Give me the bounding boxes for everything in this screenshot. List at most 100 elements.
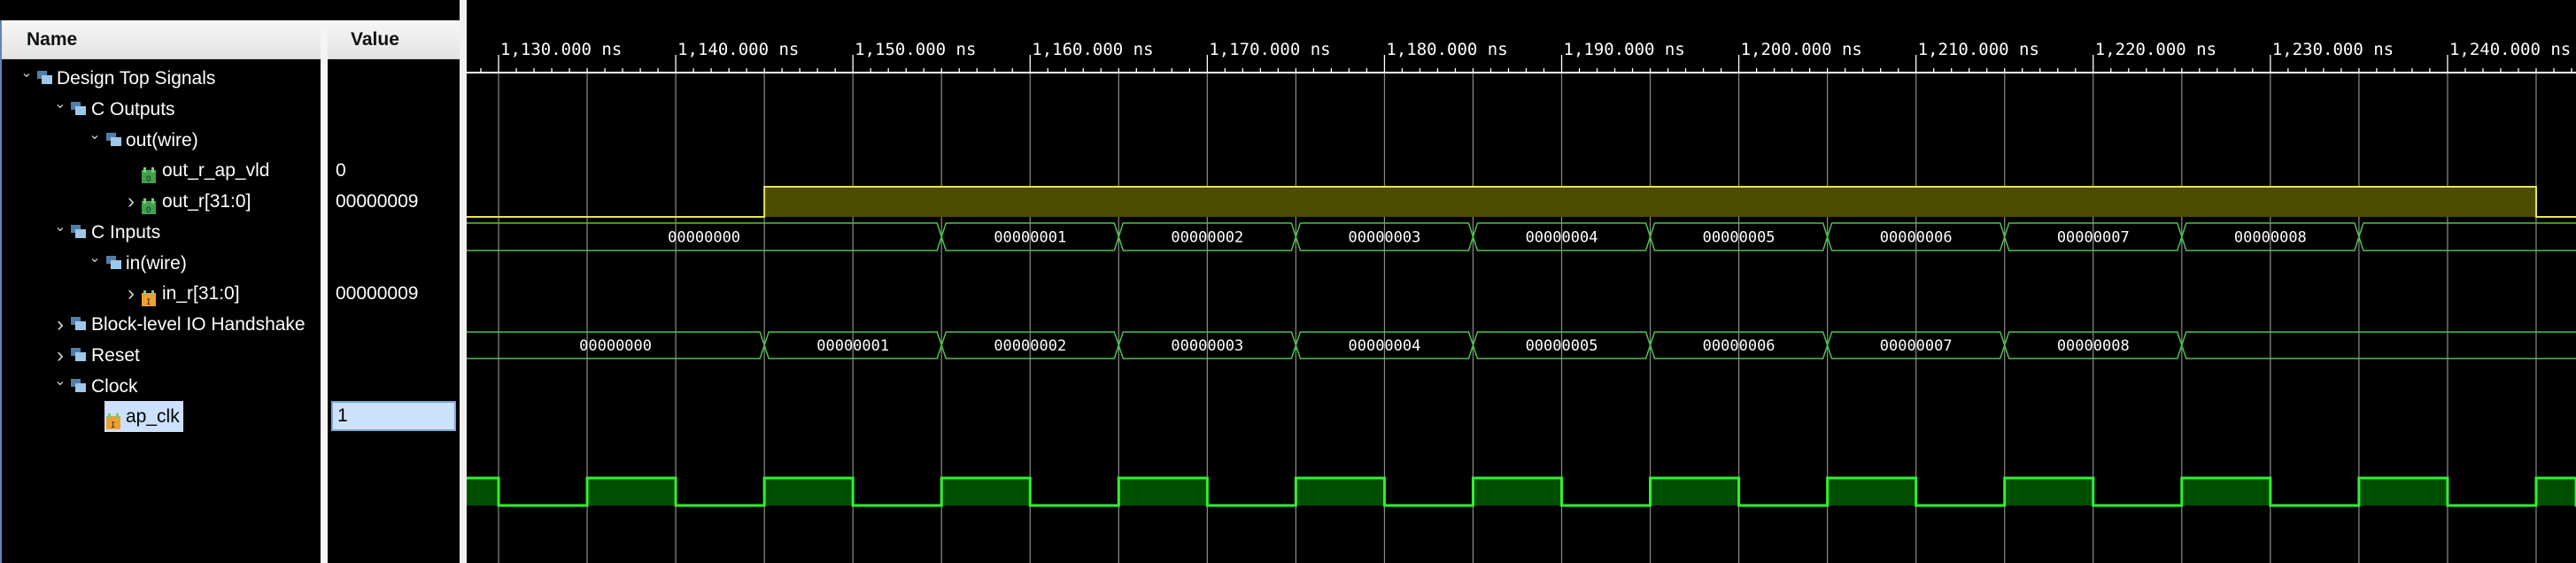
waveform-canvas[interactable]: 1,130.000 ns 1,140.000 ns 1,150.000 ns 1,16… <box>467 0 2576 563</box>
signal-value[interactable]: 0 <box>336 155 346 186</box>
signal-name: ap_clk <box>126 406 180 427</box>
signal-name: in(wire) <box>126 253 187 274</box>
tree-row-c-inputs[interactable]: ⌄ C Inputs <box>0 217 321 248</box>
tree-row-out-r-ap-vld[interactable]: Oout_r_ap_vld <box>0 155 321 186</box>
tree-row-ap-clk[interactable]: ap_clk I <box>0 401 321 432</box>
signal-name: C Outputs <box>91 99 175 120</box>
signal-name: out_r_ap_vld <box>162 160 270 181</box>
signal-value[interactable]: 00000009 <box>336 278 418 309</box>
signal-name: Clock <box>91 376 138 397</box>
bit-high-fill <box>764 187 2536 217</box>
signal-name: in_r[31:0] <box>162 283 240 304</box>
chevron-down-icon[interactable]: ⌄ <box>53 89 67 120</box>
ruler-label: 1,240.000 ns <box>2449 40 2571 59</box>
tree-row-in-wire[interactable]: ⌄ in(wire) <box>0 248 321 279</box>
clock-high-fill <box>587 478 677 505</box>
clock-high-fill <box>1827 478 1916 505</box>
in-r-value-label: 00000001 <box>816 337 889 355</box>
out-r-segment <box>2358 222 2576 251</box>
chevron-down-icon[interactable]: ⌄ <box>53 366 67 397</box>
tree-row-block-level-io-handshake[interactable]: › Block-level IO Handshake <box>0 309 321 340</box>
group-icon <box>71 225 87 239</box>
ruler-label: 1,160.000 ns <box>1032 40 1153 59</box>
chevron-down-icon[interactable]: ⌄ <box>53 212 67 243</box>
signal-label[interactable]: C Outputs <box>91 94 175 125</box>
chevron-right-icon[interactable]: › <box>53 309 67 340</box>
tree-row-out-r-31-0[interactable]: › Oout_r[31:0] <box>0 186 321 217</box>
input-bus-icon: I <box>142 285 156 307</box>
tree-row-in-r-31-0[interactable]: › Iin_r[31:0] <box>0 278 321 309</box>
svg-text:O: O <box>146 206 151 214</box>
signal-label[interactable]: Reset <box>91 340 140 371</box>
output-bit-icon: O <box>142 162 156 184</box>
name-column-label: Name <box>27 29 78 50</box>
signal-value[interactable]: 1 <box>331 401 456 431</box>
clock-high-fill <box>2358 478 2448 505</box>
clock-high-fill <box>1650 478 1739 505</box>
signal-label[interactable]: in_r[31:0] <box>162 278 240 309</box>
signal-label[interactable]: out_r[31:0] <box>162 186 251 217</box>
clock-high-fill <box>2004 478 2093 505</box>
clock-high-fill <box>1473 478 1562 505</box>
tree-row-design-top-signals[interactable]: ⌄ Design Top Signals <box>0 63 321 94</box>
chevron-down-icon[interactable]: ⌄ <box>19 58 34 89</box>
tree-row-out-wire[interactable]: ⌄ out(wire) <box>0 125 321 156</box>
input-bit-icon: I <box>106 408 120 430</box>
clock-high-fill <box>1296 478 1385 505</box>
chevron-down-icon[interactable]: ⌄ <box>88 243 102 274</box>
tree-row-clock[interactable]: ⌄ Clock <box>0 371 321 402</box>
in-r-value-label: 00000007 <box>1880 337 1953 355</box>
group-icon <box>106 133 122 147</box>
in-r-value-label: 00000002 <box>994 337 1066 355</box>
signal-name: C Inputs <box>91 222 161 243</box>
signal-value[interactable]: 00000009 <box>336 186 418 217</box>
signal-label[interactable]: in(wire) <box>126 248 187 279</box>
svg-text:I: I <box>146 298 151 306</box>
in-r-value-label: 00000008 <box>2057 337 2130 355</box>
ruler-label: 1,170.000 ns <box>1209 40 1330 59</box>
clock-high-fill <box>2535 478 2576 505</box>
group-icon <box>37 71 53 85</box>
signal-label[interactable]: out(wire) <box>126 125 198 156</box>
tree-row-c-outputs[interactable]: ⌄ C Outputs <box>0 94 321 125</box>
in-r-value-label: 00000004 <box>1348 337 1420 355</box>
out-r-value-label: 00000005 <box>1703 229 1775 247</box>
signal-name: out_r[31:0] <box>162 191 251 212</box>
tree-row-reset[interactable]: › Reset <box>0 340 321 371</box>
chevron-down-icon[interactable]: ⌄ <box>88 120 102 150</box>
ruler-label: 1,180.000 ns <box>1386 40 1507 59</box>
name-column-header[interactable]: Name <box>2 20 321 59</box>
clock-high-fill <box>467 478 499 505</box>
ruler-label: 1,210.000 ns <box>1918 40 2039 59</box>
out-r-value-label: 00000002 <box>1171 229 1243 247</box>
value-column-label: Value <box>351 29 399 50</box>
chevron-right-icon[interactable]: › <box>124 186 138 217</box>
signal-name: Reset <box>91 345 140 366</box>
clock-high-fill <box>941 478 1031 505</box>
ruler-label: 1,190.000 ns <box>1564 40 1685 59</box>
value-column-header[interactable]: Value <box>328 20 460 59</box>
svg-text:O: O <box>146 175 151 183</box>
out-r-value-label: 00000006 <box>1880 229 1953 247</box>
group-icon <box>71 348 87 362</box>
group-icon <box>71 102 87 116</box>
ruler-label: 1,230.000 ns <box>2272 40 2394 59</box>
clock-high-fill <box>764 478 854 505</box>
in-r-value-label: 00000006 <box>1703 337 1775 355</box>
ruler-label: 1,220.000 ns <box>2095 40 2216 59</box>
panel-splitter[interactable] <box>460 0 467 563</box>
in-r-value-label: 00000000 <box>579 337 652 355</box>
out-r-value-label: 00000000 <box>668 229 740 247</box>
signal-label[interactable]: Design Top Signals <box>57 63 215 94</box>
clock-high-fill <box>1118 478 1208 505</box>
ruler-label: 1,130.000 ns <box>500 40 622 59</box>
out-r-value-label: 00000004 <box>1526 229 1598 247</box>
column-divider[interactable] <box>321 20 328 563</box>
output-bus-icon: O <box>142 193 156 215</box>
ruler-label: 1,200.000 ns <box>1741 40 1862 59</box>
signal-label[interactable]: Clock <box>91 371 138 402</box>
signal-label[interactable]: out_r_ap_vld <box>162 155 269 186</box>
out-r-value-label: 00000001 <box>994 229 1066 247</box>
signal-label[interactable]: Block-level IO Handshake <box>91 309 306 340</box>
chevron-right-icon[interactable]: › <box>124 278 138 309</box>
